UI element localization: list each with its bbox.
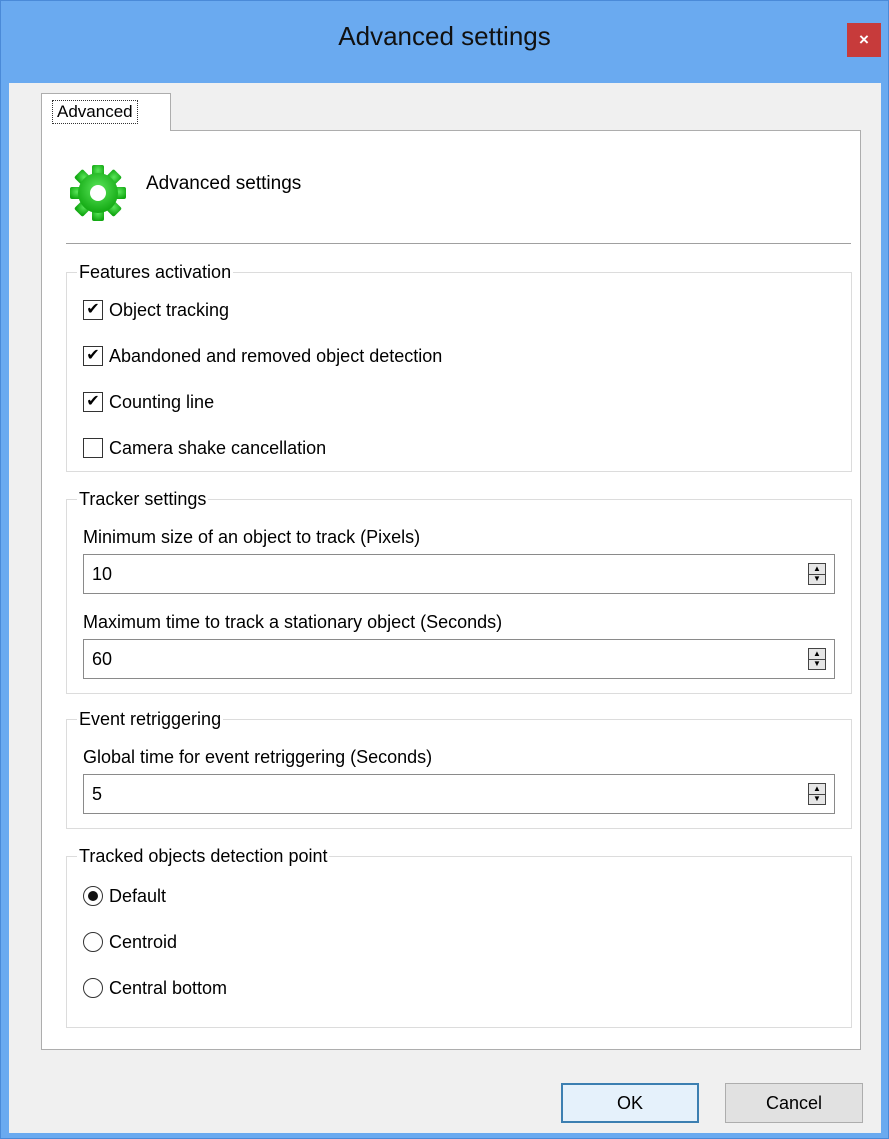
radio-label: Central bottom [109,978,228,998]
max-time-label: Maximum time to track a stationary objec… [83,612,503,632]
checkbox-label: Abandoned and removed object detection [109,346,443,366]
spin-up-icon[interactable]: ▲ [809,564,825,575]
checkbox-box[interactable] [83,438,103,458]
radio-central-bottom[interactable]: Central bottom [83,977,227,999]
close-icon: × [859,30,869,49]
panel-header-title: Advanced settings [146,173,302,194]
event-retriggering-title: Event retriggering [77,708,224,730]
max-time-input[interactable] [84,640,794,678]
radio-label: Centroid [109,932,178,952]
checkbox-box[interactable]: ✔ [83,392,103,412]
checkbox-label: Object tracking [109,300,230,320]
checkbox-box[interactable]: ✔ [83,300,103,320]
radio-selected-dot [88,891,98,901]
spin-down-icon[interactable]: ▼ [809,575,825,585]
radio-button[interactable] [83,932,103,952]
checkbox-camera-shake-cancellation[interactable]: Camera shake cancellation [83,437,326,459]
spin-down-icon[interactable]: ▼ [809,795,825,805]
radio-button[interactable] [83,978,103,998]
radio-default[interactable]: Default [83,885,166,907]
min-size-label: Minimum size of an object to track (Pixe… [83,527,421,547]
min-size-spinbox[interactable]: ▲ ▼ [83,554,835,594]
global-time-input[interactable] [84,775,794,813]
radio-label: Default [109,886,167,906]
tracker-settings-title: Tracker settings [77,488,209,510]
checkbox-counting-line[interactable]: ✔ Counting line [83,391,214,413]
cancel-button[interactable]: Cancel [725,1083,863,1123]
tracker-settings-group: Tracker settings Minimum size of an obje… [66,488,852,694]
title-bar[interactable]: Advanced settings × [1,1,888,83]
features-activation-group: Features activation ✔ Object tracking ✔ … [66,261,852,472]
features-activation-title: Features activation [77,261,234,283]
tab-advanced-label: Advanced [52,100,138,124]
min-size-input[interactable] [84,555,794,593]
detection-point-group: Tracked objects detection point Default … [66,845,852,1028]
window-title: Advanced settings [338,21,551,51]
tab-advanced[interactable]: Advanced [41,93,171,131]
radio-centroid[interactable]: Centroid [83,931,177,953]
checkbox-label: Counting line [109,392,215,412]
max-time-spinbox[interactable]: ▲ ▼ [83,639,835,679]
dialog-client-area: Advanced Advanced settings Features acti… [9,83,881,1133]
radio-button[interactable] [83,886,103,906]
min-size-spin-buttons[interactable]: ▲ ▼ [808,563,826,585]
detection-point-title: Tracked objects detection point [77,845,330,867]
checkbox-label: Camera shake cancellation [109,438,327,458]
checkbox-box[interactable]: ✔ [83,346,103,366]
checkbox-object-tracking[interactable]: ✔ Object tracking [83,299,229,321]
check-icon: ✔ [86,393,100,410]
event-retriggering-group: Event retriggering Global time for event… [66,708,852,829]
spin-up-icon[interactable]: ▲ [809,784,825,795]
check-icon: ✔ [86,347,100,364]
checkbox-abandoned-removed-detection[interactable]: ✔ Abandoned and removed object detection [83,345,442,367]
global-time-spin-buttons[interactable]: ▲ ▼ [808,783,826,805]
ok-button[interactable]: OK [561,1083,699,1123]
spin-down-icon[interactable]: ▼ [809,660,825,670]
gear-icon [70,165,126,221]
header-divider [66,243,851,244]
spin-up-icon[interactable]: ▲ [809,649,825,660]
global-time-spinbox[interactable]: ▲ ▼ [83,774,835,814]
tab-panel-advanced: Advanced settings Features activation ✔ … [41,130,861,1050]
global-time-label: Global time for event retriggering (Seco… [83,747,433,767]
close-button[interactable]: × [847,23,881,57]
check-icon: ✔ [86,301,100,318]
dialog-window: Advanced settings × Advanced Advanced se… [0,0,889,1139]
max-time-spin-buttons[interactable]: ▲ ▼ [808,648,826,670]
